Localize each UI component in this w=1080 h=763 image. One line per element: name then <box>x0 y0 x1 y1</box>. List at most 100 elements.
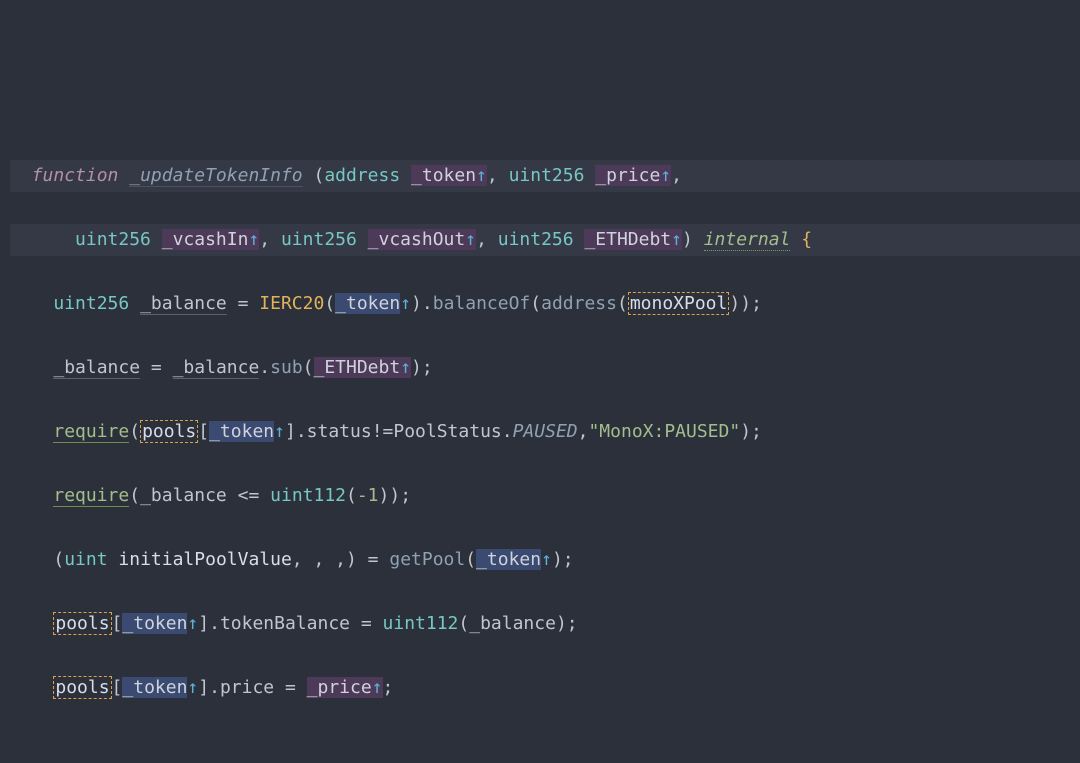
var-balance: _balance <box>173 357 260 379</box>
code-line-9: pools[_token↑].price = _price↑; <box>10 672 1080 704</box>
param-token: _token <box>122 613 187 634</box>
param-ethdebt: _ETHDebt <box>584 229 671 250</box>
type-uint112: uint112 <box>270 485 346 506</box>
var-balance: _balance <box>140 293 227 315</box>
paren-close: ) <box>556 613 567 634</box>
paren-open: ( <box>53 549 64 570</box>
code-line-2: uint256 _vcashIn↑, uint256 _vcashOut↑, u… <box>10 224 1080 256</box>
param-arrow-icon: ↑ <box>187 613 198 634</box>
paren-open: ( <box>465 549 476 570</box>
param-token: _token <box>122 677 187 698</box>
brace-open: { <box>801 229 812 250</box>
code-line-4: _balance = _balance.sub(_ETHDebt↑); <box>10 352 1080 384</box>
bracket-open: [ <box>198 421 209 442</box>
keyword-function: function <box>32 165 119 186</box>
paren-close: ) <box>379 485 390 506</box>
paren-close: ) <box>740 293 751 314</box>
dot: . <box>502 421 513 442</box>
literal-neg1: -1 <box>357 485 379 506</box>
call-sub: sub <box>270 357 303 378</box>
field-tokenBalance: tokenBalance <box>220 613 350 634</box>
bracket-open: [ <box>112 677 123 698</box>
bracket-close: ] <box>285 421 296 442</box>
pools-ref: pools <box>140 420 198 443</box>
param-token: _token <box>411 165 476 186</box>
param-arrow-icon: ↑ <box>671 229 682 250</box>
param-vcashIn: _vcashIn <box>162 229 249 250</box>
type-uint112: uint112 <box>383 613 459 634</box>
require-call: require <box>53 421 129 443</box>
type-uint256: uint256 <box>53 293 129 314</box>
semicolon: ; <box>751 293 762 314</box>
comma: , <box>578 421 589 442</box>
paren-close: ) <box>729 293 740 314</box>
code-block: function _updateTokenInfo (address _toke… <box>0 128 1080 763</box>
op-ne: != <box>372 421 394 442</box>
type-uint256: uint256 <box>509 165 585 186</box>
semicolon: ; <box>567 613 578 634</box>
paren-close: ) <box>411 293 422 314</box>
semicolon: ; <box>751 421 762 442</box>
type-uint256: uint256 <box>498 229 574 250</box>
type-address: address <box>324 165 400 186</box>
address-cast: address <box>541 293 617 314</box>
dot: . <box>209 677 220 698</box>
string-paused: "MonoX:PAUSED" <box>588 421 740 442</box>
code-line-8: pools[_token↑].tokenBalance = uint112(_b… <box>10 608 1080 640</box>
param-price: _price <box>595 165 660 186</box>
paren-open: ( <box>324 293 335 314</box>
code-line-10-blank <box>10 736 1080 763</box>
param-arrow-icon: ↑ <box>187 677 198 698</box>
op-eq: = <box>368 549 379 570</box>
op-eq: = <box>361 613 372 634</box>
commas: , , , <box>292 549 346 570</box>
bracket-close: ] <box>198 677 209 698</box>
param-arrow-icon: ↑ <box>372 677 383 698</box>
param-arrow-icon: ↑ <box>476 165 487 186</box>
param-vcashOut: _vcashOut <box>368 229 466 250</box>
monoXPool-ref: monoXPool <box>628 292 730 315</box>
param-token: _token <box>209 421 274 442</box>
paren-open: ( <box>129 421 140 442</box>
call-balanceOf: balanceOf <box>433 293 531 314</box>
param-arrow-icon: ↑ <box>274 421 285 442</box>
dot: . <box>422 293 433 314</box>
var-initialPoolValue: initialPoolValue <box>118 549 291 570</box>
enum-PoolStatus: PoolStatus <box>393 421 501 442</box>
paren-close: ) <box>552 549 563 570</box>
paren-close: ) <box>740 421 751 442</box>
comma: , <box>671 165 682 186</box>
param-token: _token <box>476 549 541 570</box>
field-status: status <box>307 421 372 442</box>
pools-ref: pools <box>53 612 111 635</box>
op-eq: = <box>151 357 162 378</box>
paren-open: ( <box>530 293 541 314</box>
function-name: _updateTokenInfo <box>129 165 302 187</box>
code-line-3: uint256 _balance = IERC20(_token↑).balan… <box>10 288 1080 320</box>
code-line-1: function _updateTokenInfo (address _toke… <box>10 160 1080 192</box>
ierc20-call: IERC20 <box>259 293 324 314</box>
paren-open: ( <box>346 485 357 506</box>
paren-close: ) <box>389 485 400 506</box>
paren-close: ) <box>346 549 357 570</box>
comma: , <box>476 229 487 250</box>
op-eq: = <box>238 293 249 314</box>
param-arrow-icon: ↑ <box>541 549 552 570</box>
semicolon: ; <box>400 485 411 506</box>
type-uint256: uint256 <box>75 229 151 250</box>
code-line-5: require(pools[_token↑]. status!=PoolStatu… <box>10 416 1080 448</box>
param-ethdebt: _ETHDebt <box>314 357 401 378</box>
code-line-6: require(_balance <= uint112(-1)); <box>10 480 1080 512</box>
param-token: _token <box>335 293 400 314</box>
var-balance: _balance <box>53 357 140 379</box>
param-price: _price <box>307 677 372 698</box>
var-balance: _balance <box>469 613 556 634</box>
paren-open: ( <box>458 613 469 634</box>
semicolon: ; <box>383 677 394 698</box>
paren-open: ( <box>313 165 324 186</box>
require-call: require <box>53 485 129 507</box>
paren-open: ( <box>617 293 628 314</box>
semicolon: ; <box>422 357 433 378</box>
paren-close: ) <box>682 229 693 250</box>
param-arrow-icon: ↑ <box>465 229 476 250</box>
